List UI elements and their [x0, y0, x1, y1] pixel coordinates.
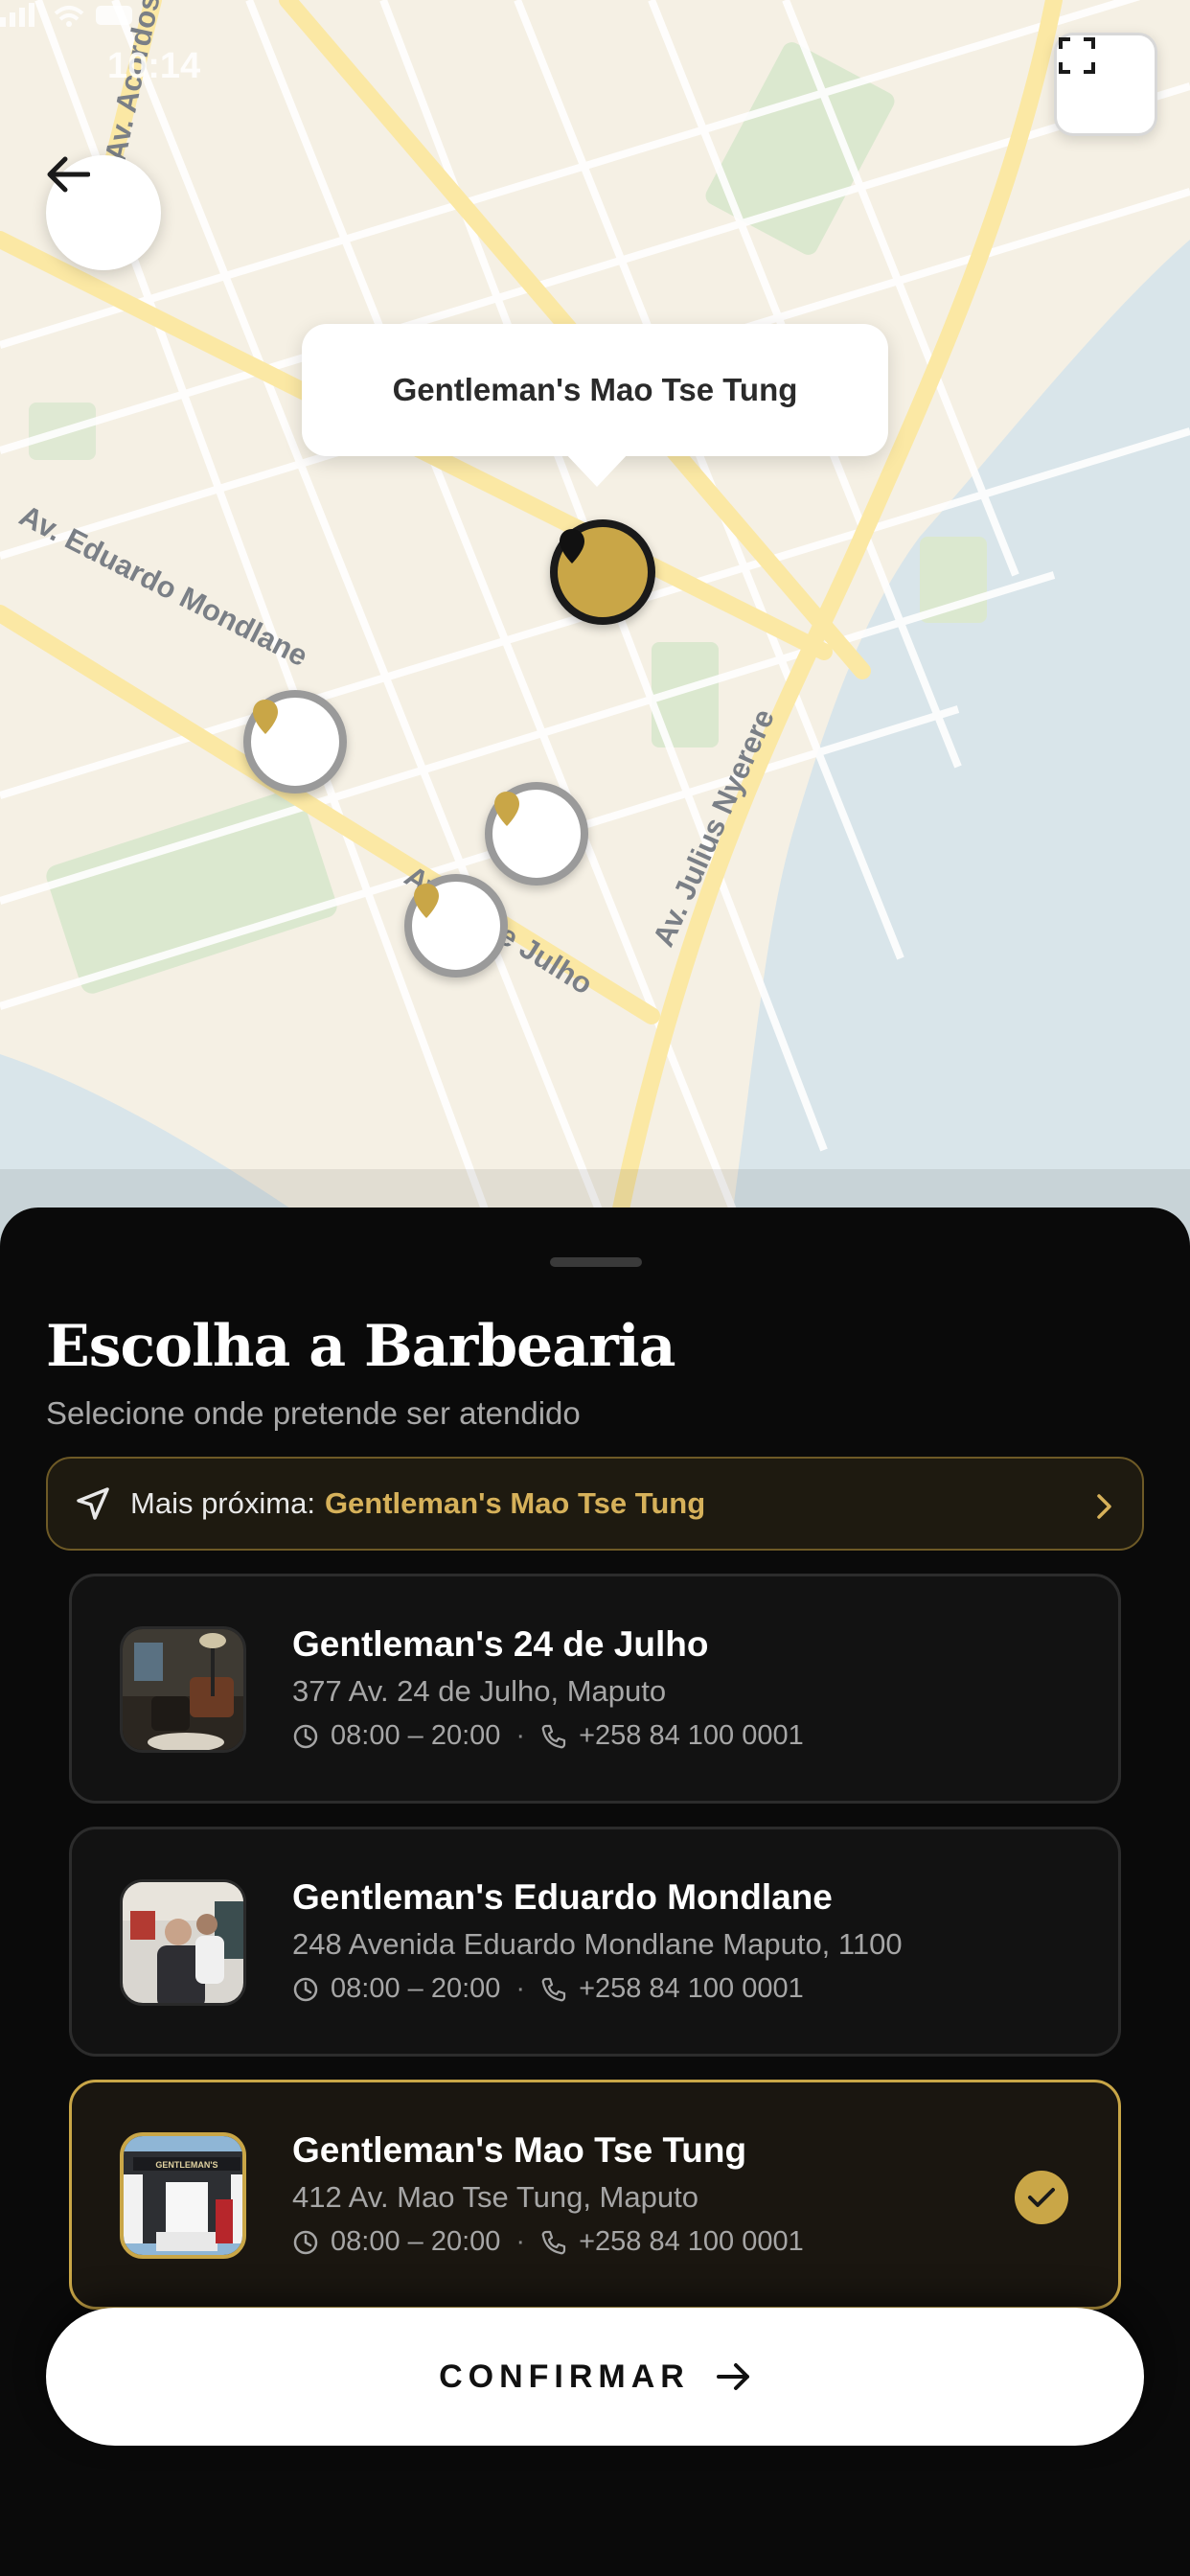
branch-address: 412 Av. Mao Tse Tung, Maputo	[292, 2180, 698, 2214]
branch-address: 377 Av. 24 de Julho, Maputo	[292, 1674, 667, 1708]
branch-phone: +258 84 100 0001	[579, 1973, 804, 2004]
branch-hours: 08:00 – 20:00	[331, 2226, 501, 2257]
map-marker-eduardo-mondlane[interactable]	[243, 690, 347, 794]
status-time: 10:14	[107, 46, 201, 86]
map-pin-icon	[494, 792, 519, 826]
map-callout: Gentleman's Mao Tse Tung	[302, 324, 888, 456]
selected-check	[1015, 2171, 1068, 2224]
arrow-left-icon	[47, 156, 90, 193]
branch-phone: +258 84 100 0001	[579, 2226, 804, 2257]
navigation-arrow-icon	[77, 1487, 109, 1520]
confirm-label: CONFIRMAR	[439, 2358, 690, 2395]
checkmark-icon	[1028, 2188, 1055, 2207]
meta-separator: ·	[515, 2226, 526, 2257]
phone-icon	[540, 1723, 567, 1750]
branch-thumbnail	[120, 1879, 246, 2006]
map-pin-icon	[414, 884, 439, 918]
branch-meta: 08:00 – 20:00 · +258 84 100 0001	[292, 2226, 804, 2258]
branch-card-24-julho[interactable]: Gentleman's 24 de Julho 377 Av. 24 de Ju…	[69, 1574, 1121, 1804]
phone-icon	[540, 1976, 567, 2003]
nearest-label: Mais próxima:	[130, 1486, 315, 1520]
callout-tail	[564, 452, 629, 487]
map-pin-icon	[253, 700, 278, 734]
map-pin-icon	[560, 529, 584, 564]
sheet-grabber[interactable]	[550, 1257, 642, 1267]
map-marker-mao-tse-tung[interactable]	[550, 519, 655, 625]
branch-hours: 08:00 – 20:00	[331, 1720, 501, 1751]
map-marker-24-julho[interactable]	[485, 782, 588, 886]
phone-icon	[540, 2229, 567, 2256]
branch-thumbnail: GENTLEMAN'S	[120, 2132, 246, 2259]
fullscreen-button[interactable]	[1054, 33, 1157, 136]
sheet-subtitle: Selecione onde pretende ser atendido	[46, 1395, 581, 1431]
branch-meta: 08:00 – 20:00 · +258 84 100 0001	[292, 1973, 804, 2005]
branch-card-eduardo-mondlane[interactable]: Gentleman's Eduardo Mondlane 248 Avenida…	[69, 1827, 1121, 2057]
branch-thumbnail	[120, 1626, 246, 1753]
confirm-button[interactable]: CONFIRMAR	[46, 2308, 1144, 2446]
branch-name: Gentleman's Mao Tse Tung	[292, 2130, 747, 2170]
nearest-name: Gentleman's Mao Tse Tung	[324, 1486, 706, 1520]
arrow-right-icon	[716, 2363, 749, 2390]
map-view[interactable]: Av. Eduardo Mondlane Av. 24 de Julho Av.…	[0, 0, 1190, 1246]
branch-hours: 08:00 – 20:00	[331, 1973, 501, 2004]
branch-card-mao-tse-tung[interactable]: GENTLEMAN'S Gentleman's Mao Tse Tung 412…	[69, 2080, 1121, 2310]
branch-address: 248 Avenida Eduardo Mondlane Maputo, 110…	[292, 1927, 903, 1961]
status-icons	[0, 3, 132, 27]
branch-meta: 08:00 – 20:00 · +258 84 100 0001	[292, 1720, 804, 1752]
meta-separator: ·	[515, 1720, 526, 1751]
meta-separator: ·	[515, 1973, 526, 2004]
branch-phone: +258 84 100 0001	[579, 1720, 804, 1751]
clock-icon	[292, 1723, 319, 1750]
clock-icon	[292, 1976, 319, 2003]
clock-icon	[292, 2229, 319, 2256]
fullscreen-icon	[1059, 37, 1095, 74]
nearest-branch-banner[interactable]: Mais próxima: Gentleman's Mao Tse Tung	[46, 1457, 1144, 1551]
thumbnail-sign-text: GENTLEMAN'S	[155, 2160, 217, 2170]
back-button[interactable]	[46, 155, 161, 270]
callout-title: Gentleman's Mao Tse Tung	[392, 372, 798, 407]
sheet-title: Escolha a Barbearia	[46, 1313, 675, 1380]
branch-name: Gentleman's Eduardo Mondlane	[292, 1877, 833, 1917]
chevron-right-icon	[1097, 1494, 1111, 1519]
map-marker-branch[interactable]	[404, 874, 508, 978]
branch-name: Gentleman's 24 de Julho	[292, 1624, 709, 1664]
